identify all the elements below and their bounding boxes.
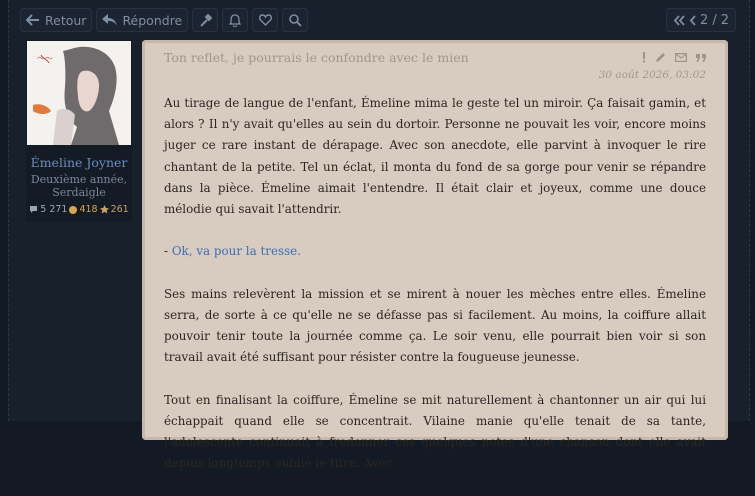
svg-text:〜〜: 〜〜 <box>37 54 53 63</box>
star-icon <box>99 205 109 214</box>
points-count: 418 <box>79 204 98 215</box>
coin-icon <box>69 205 78 214</box>
author-stats: 5 271 418 261 <box>26 204 132 215</box>
author-profile: 〜〜 Émeline Joyner Deuxième année, Serdai… <box>26 40 132 222</box>
bell-icon <box>229 13 242 27</box>
page-separator: / <box>712 12 717 28</box>
heart-icon <box>258 14 272 26</box>
post-actions <box>642 52 706 63</box>
avatar[interactable]: 〜〜 <box>27 41 131 145</box>
tools-icon <box>200 13 212 27</box>
previous-page-icon[interactable] <box>689 14 696 26</box>
post-paragraph: Ses mains relevèrent la mission et se mi… <box>164 286 706 365</box>
back-label: Retour <box>45 12 87 28</box>
author-rank: Deuxième année, Serdaigle <box>26 173 132 199</box>
author-rank-line1: Deuxième année, <box>30 173 128 186</box>
reply-label: Répondre <box>122 12 183 28</box>
post-title[interactable]: Ton reflet, je pourrais le confondre ave… <box>164 50 469 65</box>
post-paragraph: Tout en finalisant la coiffure, Émeline … <box>164 392 706 471</box>
subscribe-button[interactable] <box>222 8 249 32</box>
report-icon[interactable] <box>642 52 646 63</box>
author-house: Serdaigle <box>52 186 106 199</box>
pagination: 2 / 2 <box>666 8 736 32</box>
post-paragraph: Au tirage de langue de l'enfant, Émeline… <box>164 96 706 217</box>
search-button[interactable] <box>282 8 309 32</box>
avatar-image: 〜〜 <box>27 41 131 145</box>
dialogue-dash: - <box>164 244 172 259</box>
current-page: 2 <box>700 12 709 28</box>
reputation-count: 261 <box>110 204 129 215</box>
reply-icon <box>102 14 118 26</box>
first-page-icon[interactable] <box>673 14 685 26</box>
dialogue-line: - Ok, va pour la tresse. <box>164 241 706 262</box>
back-button[interactable]: Retour <box>20 8 93 32</box>
favorite-button[interactable] <box>252 8 279 32</box>
search-icon <box>288 13 302 27</box>
total-pages: 2 <box>720 12 729 28</box>
author-name[interactable]: Émeline Joyner <box>26 155 132 170</box>
tools-button[interactable] <box>192 8 219 32</box>
edit-icon[interactable] <box>655 52 666 63</box>
topic-toolbar: Retour Répondre <box>20 8 309 32</box>
message-count-icon <box>30 206 38 213</box>
reply-button[interactable]: Répondre <box>96 8 189 32</box>
post-date: 30 août 2026, 03:02 <box>598 69 706 81</box>
arrow-left-icon <box>26 14 39 26</box>
post-body: Au tirage de langue de l'enfant, Émeline… <box>164 93 706 496</box>
dialogue-text: Ok, va pour la tresse. <box>171 244 301 259</box>
quote-icon[interactable] <box>696 53 706 62</box>
message-count: 5 271 <box>40 204 68 215</box>
post: Ton reflet, je pourrais le confondre ave… <box>142 40 728 470</box>
mail-icon[interactable] <box>675 53 687 62</box>
